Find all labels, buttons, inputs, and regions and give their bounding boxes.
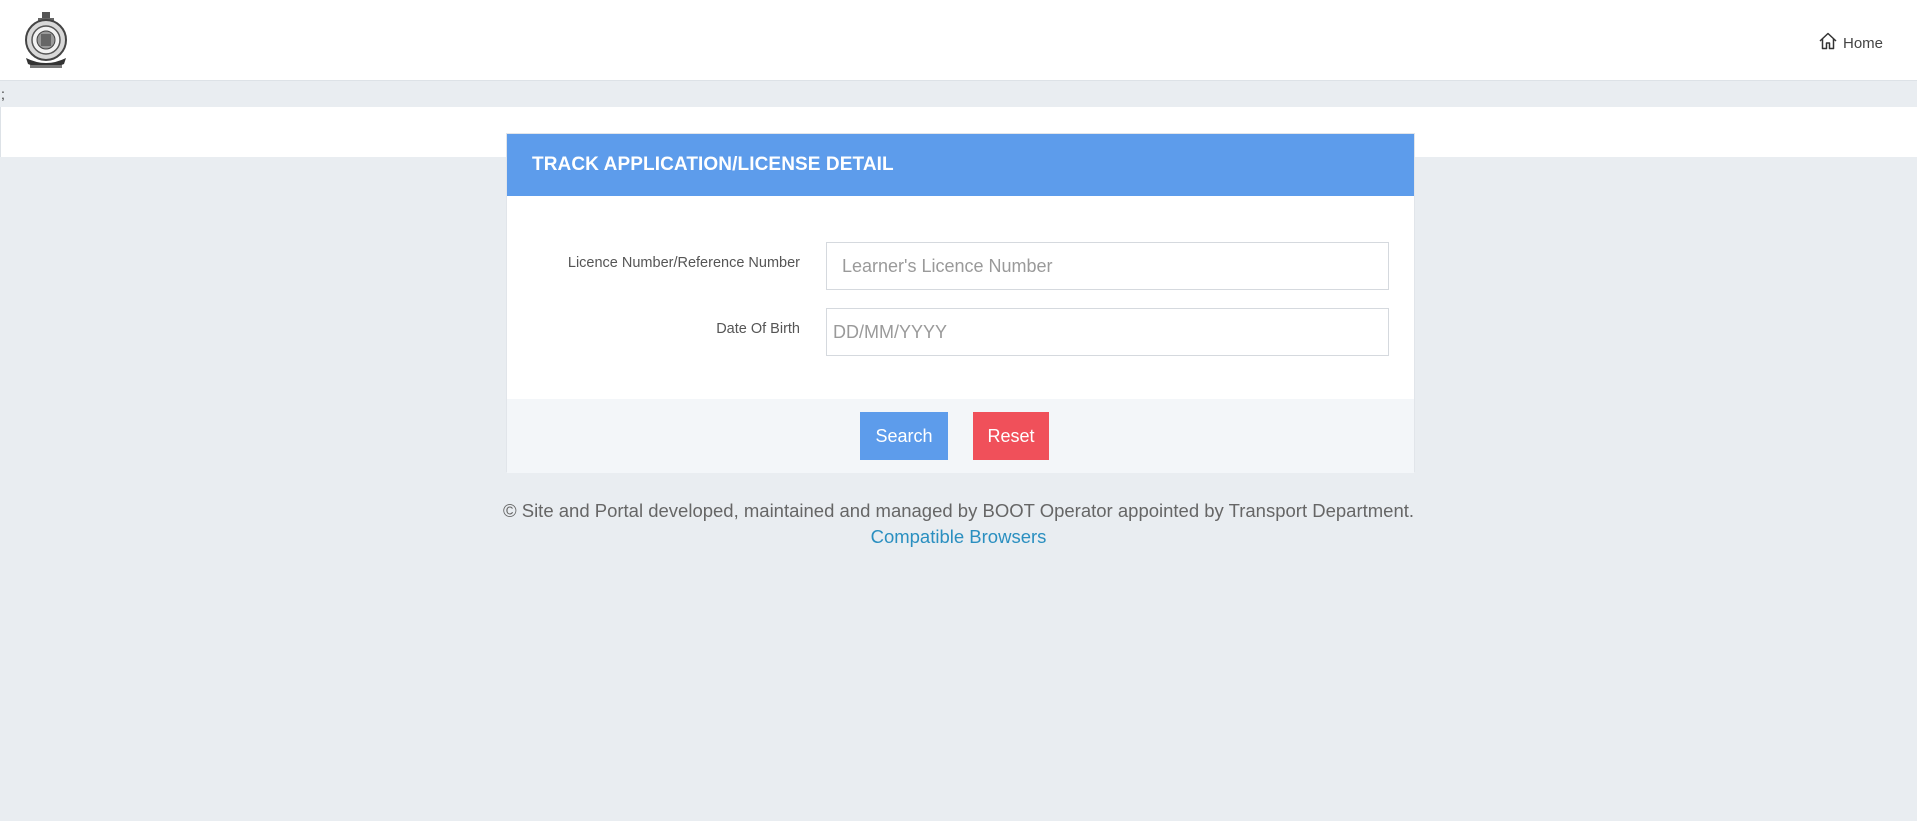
copyright-text: © Site and Portal developed, maintained … xyxy=(502,500,1415,521)
home-label: Home xyxy=(1842,34,1883,52)
reset-button[interactable]: Reset xyxy=(973,412,1049,460)
licence-label: Licence Number/Reference Number xyxy=(567,255,800,271)
dob-row: Date Of Birth xyxy=(507,308,1414,356)
dob-label: Date Of Birth xyxy=(716,321,800,337)
licence-number-input[interactable] xyxy=(826,242,1389,290)
panel-title: TRACK APPLICATION/LICENSE DETAIL xyxy=(507,134,1414,196)
stray-text: ; xyxy=(1,86,5,102)
home-icon xyxy=(1818,31,1838,55)
top-navbar: Home xyxy=(0,0,1917,81)
compatible-browsers-link[interactable]: Compatible Browsers xyxy=(0,524,1917,550)
track-application-panel: TRACK APPLICATION/LICENSE DETAIL Licence… xyxy=(506,133,1415,473)
search-button[interactable]: Search xyxy=(860,412,948,460)
panel-actions: Search Reset xyxy=(507,399,1414,473)
home-link[interactable]: Home xyxy=(1818,31,1883,55)
page-footer: © Site and Portal developed, maintained … xyxy=(0,498,1917,550)
licence-row: Licence Number/Reference Number xyxy=(507,242,1414,290)
date-of-birth-input[interactable] xyxy=(826,308,1389,356)
panel-body: Licence Number/Reference Number Date Of … xyxy=(507,196,1414,399)
state-emblem-icon[interactable] xyxy=(20,10,72,72)
